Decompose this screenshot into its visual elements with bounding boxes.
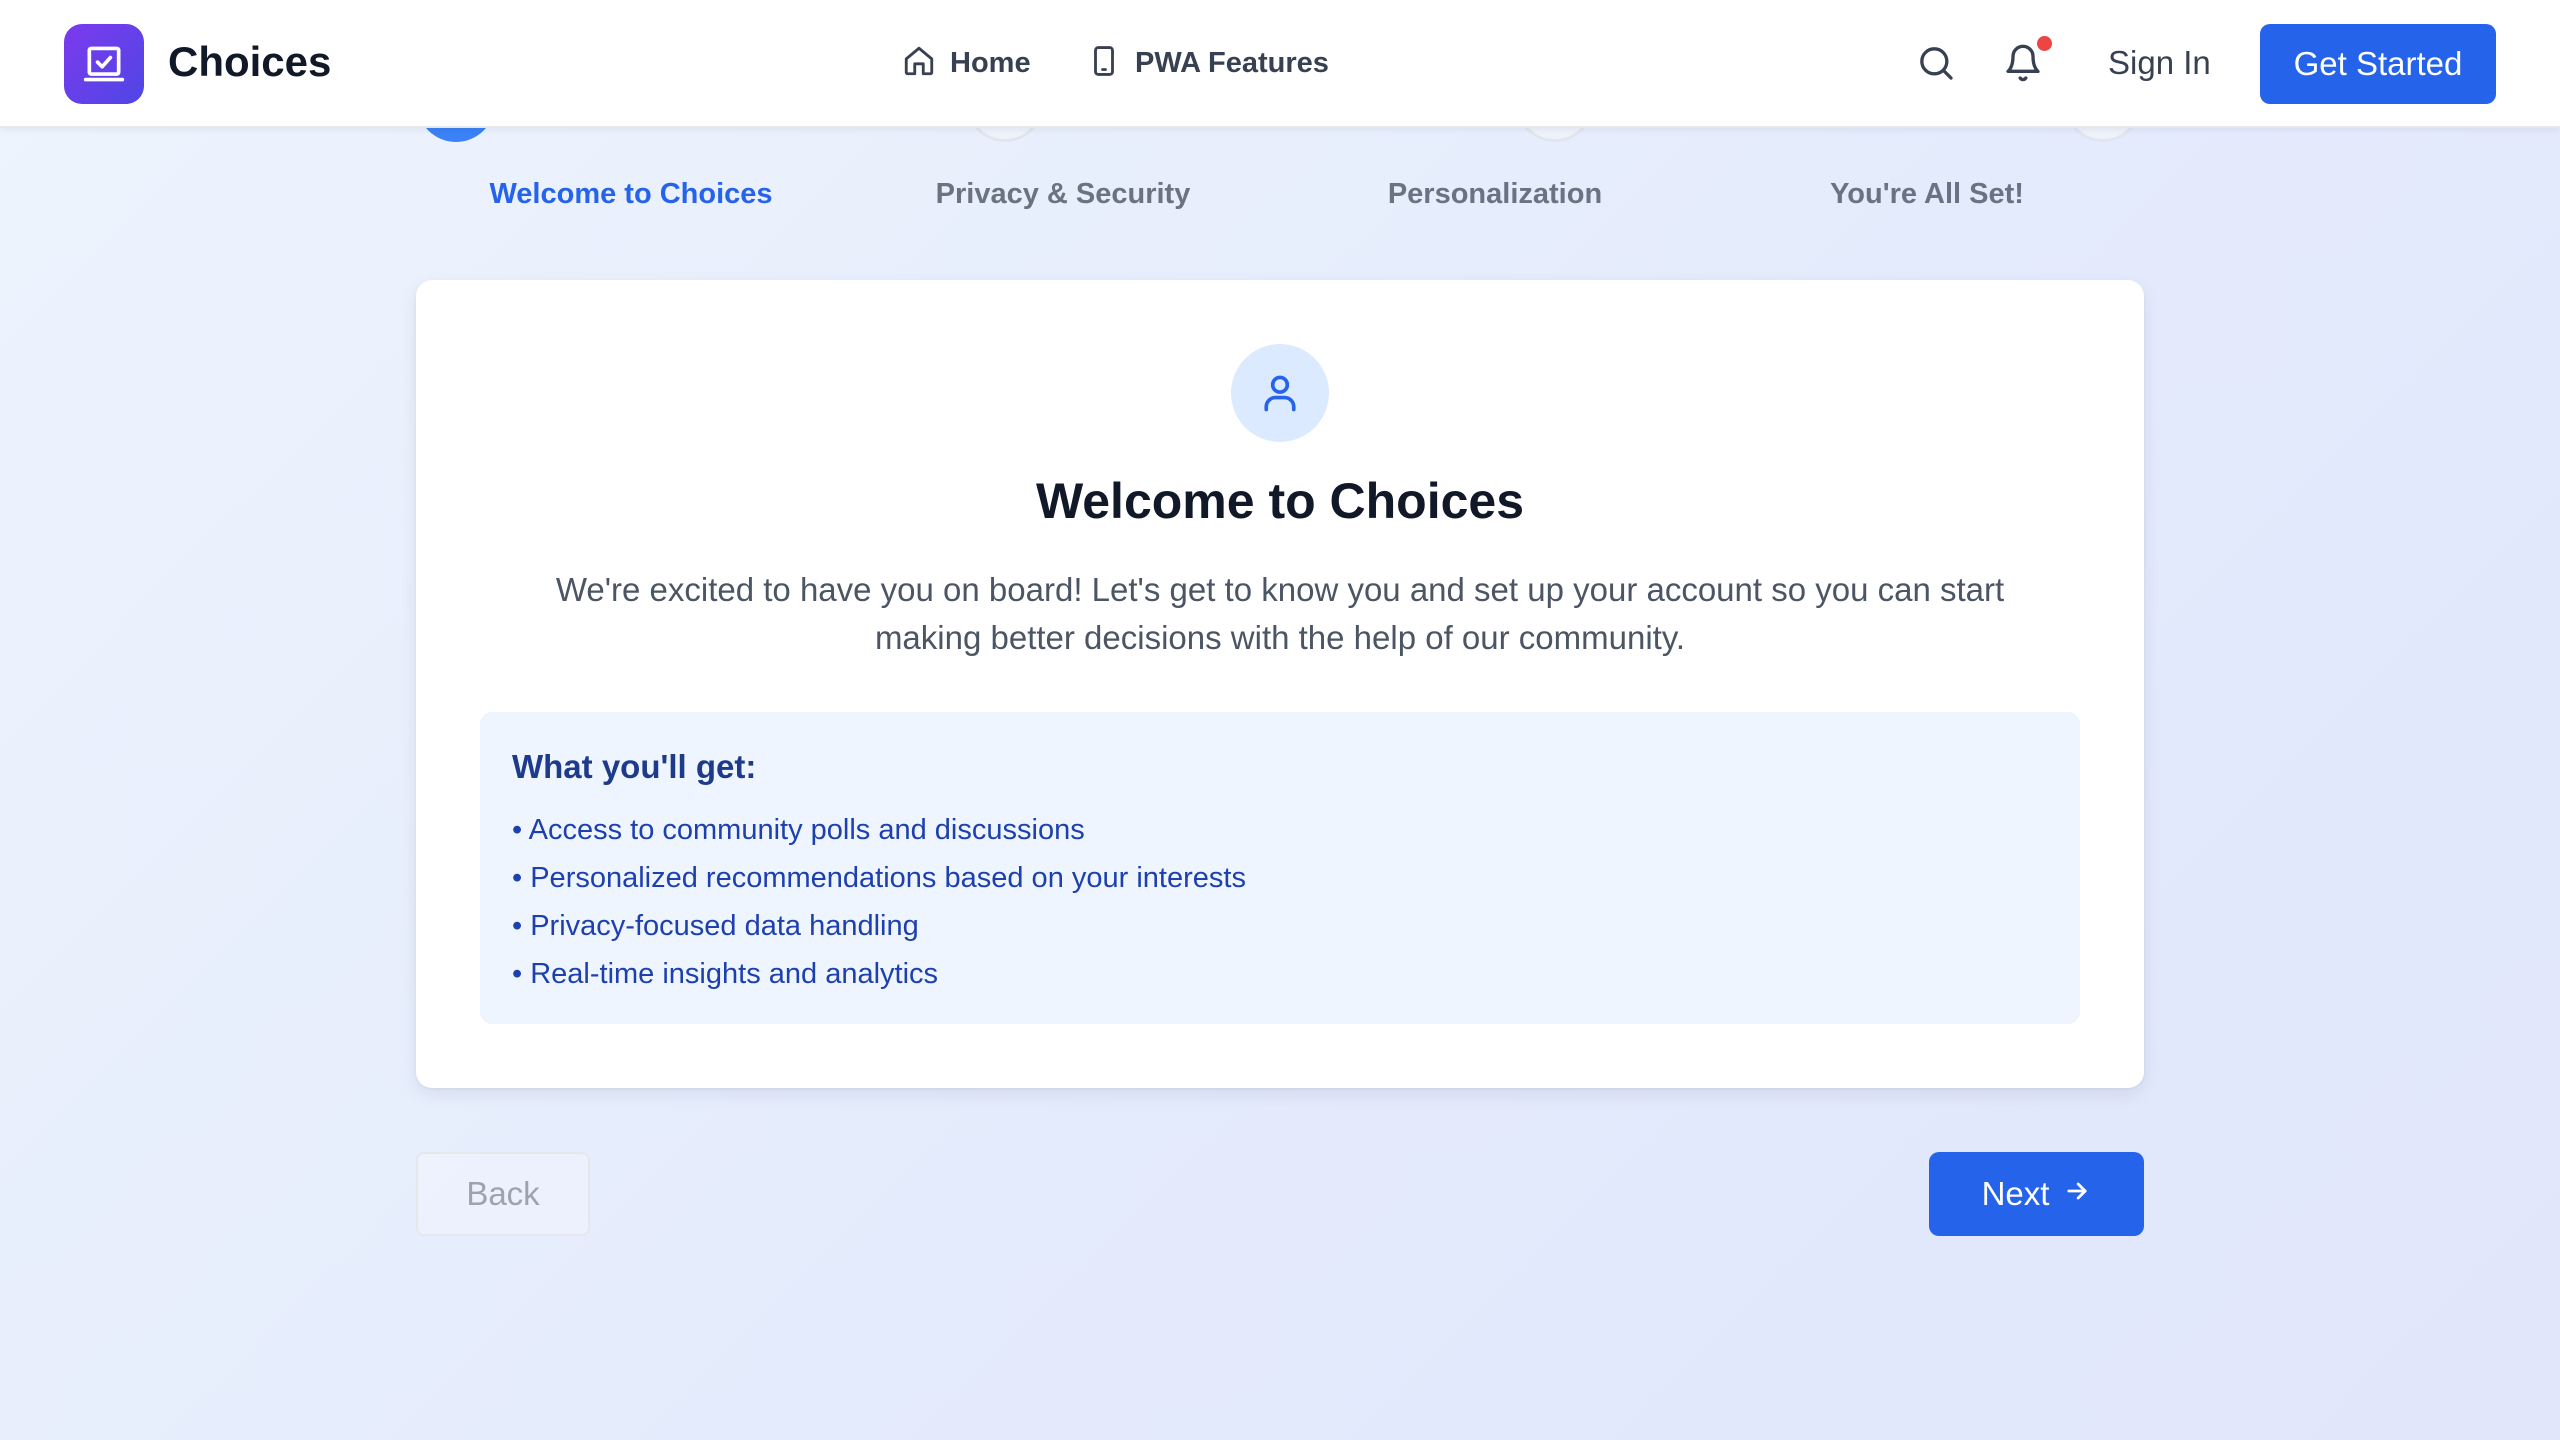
benefits-list: Access to community polls and discussion… xyxy=(512,806,2048,998)
nav-link-pwa-features-label: PWA Features xyxy=(1135,47,1329,79)
notification-dot xyxy=(2037,36,2052,51)
card-description: We're excited to have you on board! Let'… xyxy=(555,571,2005,656)
nav-link-home-label: Home xyxy=(950,47,1031,79)
top-navigation-bar: Choices Home PWA Features Sign In Get St… xyxy=(0,0,2560,128)
benefit-item: Real-time insights and analytics xyxy=(512,950,2048,998)
back-button[interactable]: Back xyxy=(416,1152,590,1236)
home-icon xyxy=(902,44,936,83)
step-1-label: Welcome to Choices xyxy=(489,178,773,210)
next-button[interactable]: Next xyxy=(1929,1152,2144,1236)
step-2-label: Privacy & Security xyxy=(935,178,1191,210)
benefits-title: What you'll get: xyxy=(512,748,757,785)
search-icon[interactable] xyxy=(1913,40,1959,86)
welcome-card: Welcome to Choices We're excited to have… xyxy=(416,280,2144,1088)
logo-icon[interactable] xyxy=(64,24,144,104)
sign-in-link[interactable]: Sign In xyxy=(2108,44,2211,82)
nav-link-home[interactable]: Home xyxy=(902,44,1031,83)
step-4-label: You're All Set! xyxy=(1830,178,2024,210)
benefit-item: Privacy-focused data handling xyxy=(512,902,2048,950)
benefit-item: Access to community polls and discussion… xyxy=(512,806,2048,854)
benefits-panel: What you'll get: Access to community pol… xyxy=(480,712,2080,1024)
smartphone-icon xyxy=(1087,44,1121,83)
benefit-item: Personalized recommendations based on yo… xyxy=(512,854,2048,902)
card-title: Welcome to Choices xyxy=(1035,473,1525,529)
step-3-label: Personalization xyxy=(1387,178,1603,210)
nav-link-pwa-features[interactable]: PWA Features xyxy=(1087,44,1329,83)
brand-name[interactable]: Choices xyxy=(168,38,331,86)
user-icon xyxy=(1231,344,1329,442)
next-button-label: Next xyxy=(1981,1175,2050,1212)
arrow-right-icon xyxy=(2063,1175,2091,1213)
get-started-button[interactable]: Get Started xyxy=(2260,24,2496,104)
